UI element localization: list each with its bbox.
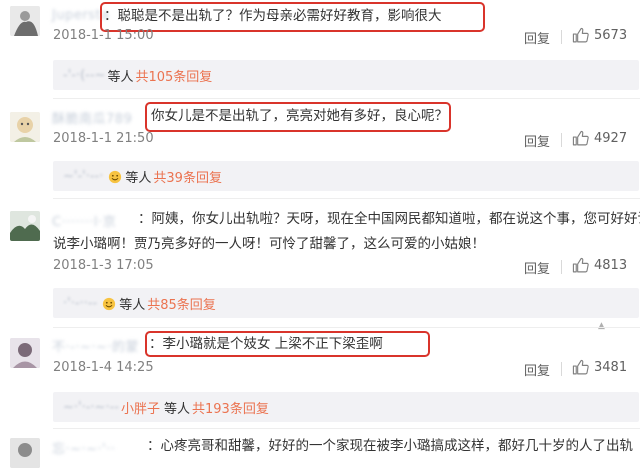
comment-username[interactable]: C·······l·京 <box>52 211 116 230</box>
sub-reply-count-link[interactable]: 共85条回复 <box>147 294 216 313</box>
like-button[interactable]: 4927 <box>572 130 627 147</box>
like-count: 4927 <box>594 131 628 146</box>
comment-date: 2018-1-1 21:50 <box>53 131 154 146</box>
avatar[interactable] <box>10 438 40 468</box>
like-count: 5673 <box>594 28 628 43</box>
thumbs-up-icon <box>572 130 589 146</box>
sub-reply-etc-label: 等人 <box>163 402 190 417</box>
user-avatar-icon <box>10 338 40 368</box>
sub-reply-count-link[interactable]: 共193条回复 <box>192 398 269 417</box>
sub-reply-etc-label: 等人 <box>119 298 146 313</box>
thumbs-up-icon <box>572 257 589 273</box>
comment-date: 2018-1-4 14:25 <box>53 360 154 375</box>
user-avatar-icon <box>10 112 40 142</box>
comment-username[interactable]: 忘·~·~·'·· <box>52 438 116 457</box>
reply-button[interactable]: 回复 <box>524 131 550 150</box>
sub-replies-bar: ·'·-··-- 等人 共85条回复 <box>53 288 639 318</box>
sub-reply-etc-label: 等人 <box>125 171 152 186</box>
user-avatar-icon <box>10 211 40 241</box>
highlight-box <box>100 2 485 32</box>
highlight-box <box>145 331 430 357</box>
sub-reply-username-suffix[interactable]: 小胖子 <box>121 398 160 417</box>
comment-date: 2018-1-1 15:00 <box>53 28 154 43</box>
avatar[interactable] <box>10 211 40 241</box>
reply-button[interactable]: 回复 <box>524 258 550 277</box>
comment-text-line1: ：阿姨，你女儿出轨啦？天呀，现在全中国网民都知道啦，都在说这个事，您可好好说 <box>138 211 640 227</box>
reply-button[interactable]: 回复 <box>524 360 550 379</box>
action-divider <box>561 362 562 376</box>
user-avatar-icon <box>10 6 40 36</box>
sub-reply-usernames[interactable]: -'-·(--~ <box>63 68 105 83</box>
avatar[interactable] <box>10 112 40 142</box>
action-divider <box>561 30 562 44</box>
report-icon[interactable]: ▲ <box>598 321 605 331</box>
like-button[interactable]: 4813 <box>572 257 627 274</box>
sub-reply-usernames[interactable]: ~·'·-·~·-- <box>63 400 119 415</box>
smiley-emoji-icon <box>103 297 116 310</box>
avatar[interactable] <box>10 6 40 36</box>
comment-divider <box>53 198 640 199</box>
sub-replies-bar: ~·'·-·~·-- 小胖子 等人 共193条回复 <box>53 392 639 422</box>
sub-reply-etc-label: 等人 <box>107 70 134 85</box>
sub-replies-bar: -'-·(--~ 等人 共105条回复 <box>53 60 639 90</box>
like-button[interactable]: 3481 <box>572 359 627 376</box>
comment-divider <box>53 428 640 429</box>
smiley-emoji-icon <box>109 170 122 183</box>
comment-text: ：心疼亮哥和甜馨，好好的一个家现在被李小璐搞成这样，都好几十岁的人了出轨 <box>147 438 633 454</box>
reply-button[interactable]: 回复 <box>524 28 550 47</box>
sub-reply-usernames[interactable]: ~'-'·--· <box>63 169 103 184</box>
comment-text-line2: 说李小璐啊！贾乃亮多好的一人呀！可怜了甜馨了，这么可爱的小姑娘！ <box>53 236 485 252</box>
comment-username[interactable]: 酥脆南瓜789 <box>52 108 132 127</box>
sub-reply-usernames[interactable]: ·'·-··-- <box>63 296 97 311</box>
sub-reply-count-link[interactable]: 共105条回复 <box>135 66 212 85</box>
comment-date: 2018-1-3 17:05 <box>53 258 154 273</box>
user-avatar-icon <box>10 438 40 468</box>
like-count: 4813 <box>594 258 628 273</box>
sub-reply-count-link[interactable]: 共39条回复 <box>153 167 222 186</box>
thumbs-up-icon <box>572 359 589 375</box>
comment-divider <box>53 98 640 99</box>
action-divider <box>561 133 562 147</box>
comment-divider <box>53 327 640 328</box>
like-count: 3481 <box>594 360 628 375</box>
action-divider <box>561 260 562 274</box>
thumbs-up-icon <box>572 27 589 43</box>
sub-replies-bar: ~'-'·--· 等人 共39条回复 <box>53 161 639 191</box>
highlight-box <box>145 102 451 132</box>
avatar[interactable] <box>10 338 40 368</box>
like-button[interactable]: 5673 <box>572 27 627 44</box>
comment-username[interactable]: 不·-·~·~·的蒙 <box>52 336 139 355</box>
